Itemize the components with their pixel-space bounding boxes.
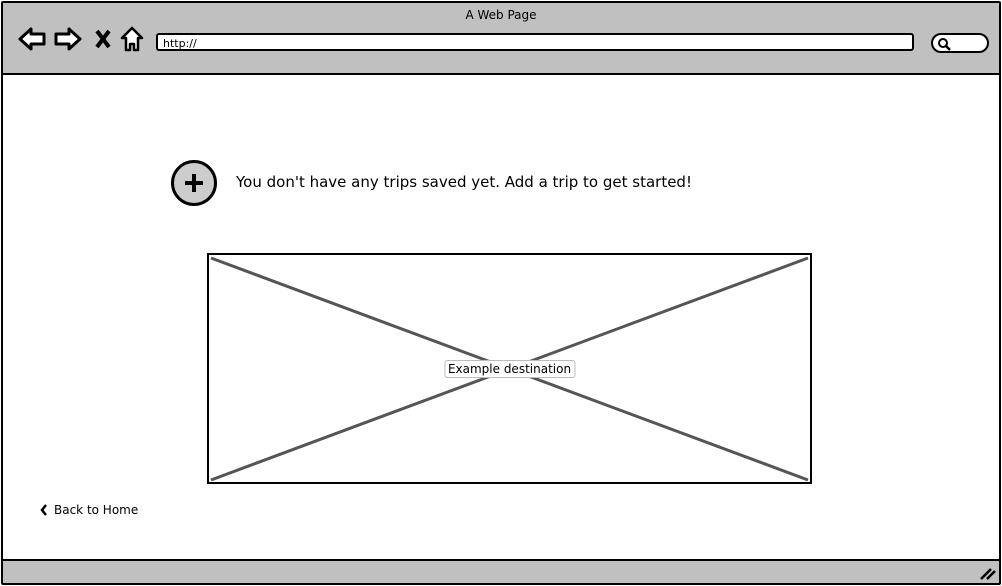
close-icon[interactable] bbox=[93, 25, 113, 53]
home-icon[interactable] bbox=[119, 25, 145, 53]
search-field[interactable] bbox=[931, 33, 989, 53]
plus-icon bbox=[185, 174, 203, 192]
chevron-left-icon bbox=[40, 504, 47, 516]
search-icon bbox=[938, 38, 951, 51]
browser-toolbar: A Web Page http:// bbox=[3, 3, 999, 75]
window-title: A Web Page bbox=[465, 8, 537, 22]
add-trip-button[interactable] bbox=[171, 160, 217, 206]
back-to-home-link[interactable]: Back to Home bbox=[40, 503, 138, 517]
image-placeholder: Example destination bbox=[207, 253, 812, 484]
forward-arrow-icon[interactable] bbox=[53, 25, 83, 53]
empty-state-message: You don't have any trips saved yet. Add … bbox=[236, 173, 692, 191]
status-bar bbox=[3, 559, 999, 583]
url-input[interactable]: http:// bbox=[156, 33, 914, 51]
image-caption: Example destination bbox=[443, 359, 576, 378]
back-to-home-label: Back to Home bbox=[54, 503, 139, 517]
back-arrow-icon[interactable] bbox=[17, 25, 47, 53]
resize-handle-icon[interactable] bbox=[979, 565, 997, 581]
